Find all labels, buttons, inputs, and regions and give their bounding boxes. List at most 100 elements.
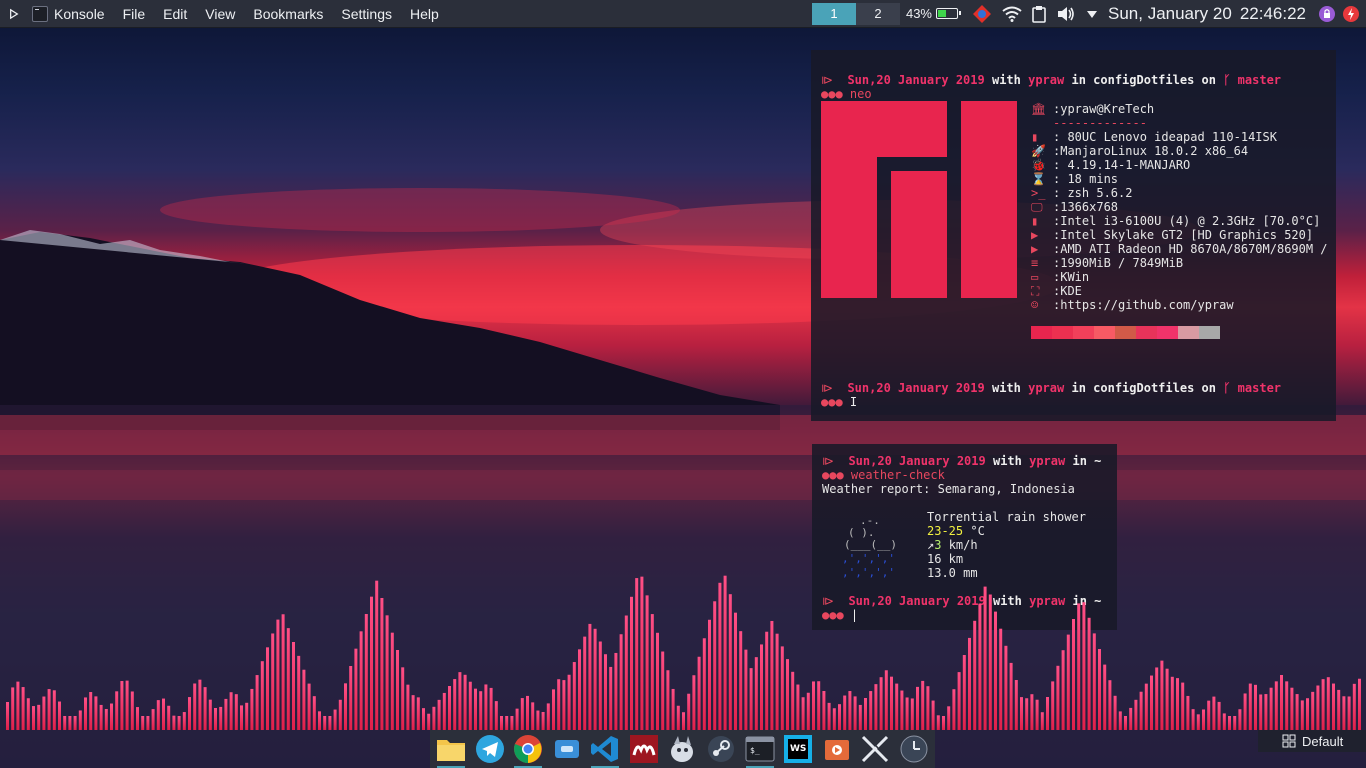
visualizer-bar <box>474 688 477 730</box>
clock[interactable]: Sun, January 20 22:46:22 <box>1108 4 1306 24</box>
visualizer-bar <box>1306 698 1309 730</box>
prompt-user: ypraw <box>1029 454 1066 468</box>
vscode-icon[interactable] <box>589 733 621 768</box>
menu-help[interactable]: Help <box>401 0 448 28</box>
visualizer-bar <box>401 667 405 730</box>
visualizer-bar <box>130 691 134 730</box>
system-info-row: ▶:Intel Skylake GT2 [HD Graphics 520] <box>1031 228 1328 242</box>
menu-bookmarks[interactable]: Bookmarks <box>244 0 332 28</box>
media-icon[interactable] <box>821 733 853 765</box>
steam-icon[interactable] <box>705 733 737 765</box>
visualizer-bar <box>286 628 290 730</box>
visualizer-bar <box>68 716 72 730</box>
visualizer-bar <box>1243 693 1247 730</box>
visualizer-bar <box>806 692 810 730</box>
color-swatch <box>1115 326 1136 339</box>
audio-visualizer <box>6 575 1361 730</box>
menu-edit[interactable]: Edit <box>154 0 196 28</box>
visualizer-bar <box>1342 696 1346 730</box>
visualizer-bar <box>921 680 925 730</box>
visualizer-bar <box>973 620 977 730</box>
visualizer-bar <box>458 672 462 730</box>
visualizer-bar <box>1170 676 1174 730</box>
visualizer-bar <box>890 676 893 730</box>
visualizer-bar <box>1108 680 1112 730</box>
visualizer-bar <box>1113 695 1117 730</box>
menu-settings[interactable]: Settings <box>332 0 401 28</box>
visualizer-bar <box>318 711 321 730</box>
power-icon[interactable] <box>1342 5 1360 23</box>
visualizer-bar <box>6 702 9 730</box>
volume-icon[interactable] <box>1056 5 1076 23</box>
visualizer-bar <box>1061 650 1065 730</box>
visualizer-bar <box>1165 668 1169 730</box>
activity-switcher[interactable]: Default <box>1258 730 1366 752</box>
visualizer-bar <box>614 652 618 730</box>
terminal-window-neofetch[interactable]: ⧐ Sun,20 January 2019 with ypraw in conf… <box>811 50 1336 421</box>
menu-view[interactable]: View <box>196 0 244 28</box>
command-text: weather-check <box>850 468 945 482</box>
x-icon[interactable] <box>859 733 891 765</box>
folder-icon[interactable] <box>435 733 467 768</box>
gimp-icon[interactable] <box>666 733 698 765</box>
visualizer-bar <box>1098 649 1101 730</box>
visualizer-bar <box>515 708 519 730</box>
terminal-icon[interactable]: $_ <box>744 733 776 768</box>
user-lock-icon[interactable] <box>1318 5 1336 23</box>
visualizer-bar <box>858 704 862 730</box>
wifi-icon[interactable] <box>1002 6 1022 22</box>
visualizer-bar <box>375 580 379 730</box>
visualizer-bar <box>312 696 316 730</box>
visualizer-bar <box>645 595 649 730</box>
info-icon: 🚀 <box>1031 144 1046 158</box>
battery-indicator[interactable]: 43% <box>906 6 961 21</box>
command-line[interactable]: ●●● I <box>821 395 1281 409</box>
clock-icon[interactable] <box>898 733 930 765</box>
weather-condition: Torrential rain shower <box>927 510 1086 524</box>
visualizer-bar <box>198 679 202 730</box>
visualizer-bar <box>141 716 145 730</box>
visualizer-bar <box>624 615 628 730</box>
info-value: :Intel i3-6100U (4) @ 2.3GHz [70.0°C] <box>1053 214 1321 228</box>
visualizer-bar <box>1087 617 1091 730</box>
info-icon: >_ <box>1031 186 1046 200</box>
visualizer-bar <box>146 716 150 730</box>
visualizer-bar <box>702 638 706 730</box>
menu-file[interactable]: File <box>114 0 155 28</box>
visualizer-bar <box>562 680 566 730</box>
info-value: :ManjaroLinux 18.0.2 x86_64 <box>1053 144 1249 158</box>
visualizer-bar <box>162 698 165 730</box>
visualizer-bar <box>593 628 597 730</box>
visualizer-bar <box>442 692 446 730</box>
visualizer-bar <box>775 633 779 730</box>
visualizer-bar <box>676 705 680 730</box>
update-notifier-icon[interactable] <box>972 4 992 24</box>
play-launcher-icon[interactable] <box>0 8 28 20</box>
chrome-icon[interactable] <box>512 733 544 768</box>
visualizer-bar <box>1311 691 1315 730</box>
desktop-2[interactable]: 2 <box>855 2 900 25</box>
visualizer-bar <box>297 655 301 730</box>
visualizer-bar <box>1300 700 1304 730</box>
visualizer-bar <box>1196 714 1200 730</box>
system-info-list: 🏛:ypraw@KreTech ------------- ▮: 80UC Leno… <box>1031 102 1328 312</box>
info-icon <box>1031 116 1053 130</box>
wind-unit: km/h <box>941 538 978 552</box>
webstorm-icon[interactable]: WS <box>782 733 814 765</box>
app-name[interactable]: Konsole <box>52 0 114 28</box>
tray-expand-icon[interactable] <box>1086 9 1098 19</box>
svg-text:WS: WS <box>790 744 806 754</box>
visualizer-bar <box>58 701 61 730</box>
clipboard-icon[interactable] <box>1032 5 1046 23</box>
telegram-icon[interactable] <box>474 733 506 765</box>
visualizer-bar <box>666 670 670 730</box>
mendeley-icon[interactable] <box>628 733 660 765</box>
visualizer-bar <box>895 683 899 730</box>
visualizer-bar <box>182 712 186 730</box>
visualizer-bar <box>1274 681 1278 730</box>
virtualbox-icon[interactable] <box>551 733 583 765</box>
visualizer-bar <box>952 689 956 730</box>
visualizer-bar <box>962 655 966 730</box>
desktop-1[interactable]: 1 <box>811 2 856 25</box>
visualizer-bar <box>250 688 254 730</box>
